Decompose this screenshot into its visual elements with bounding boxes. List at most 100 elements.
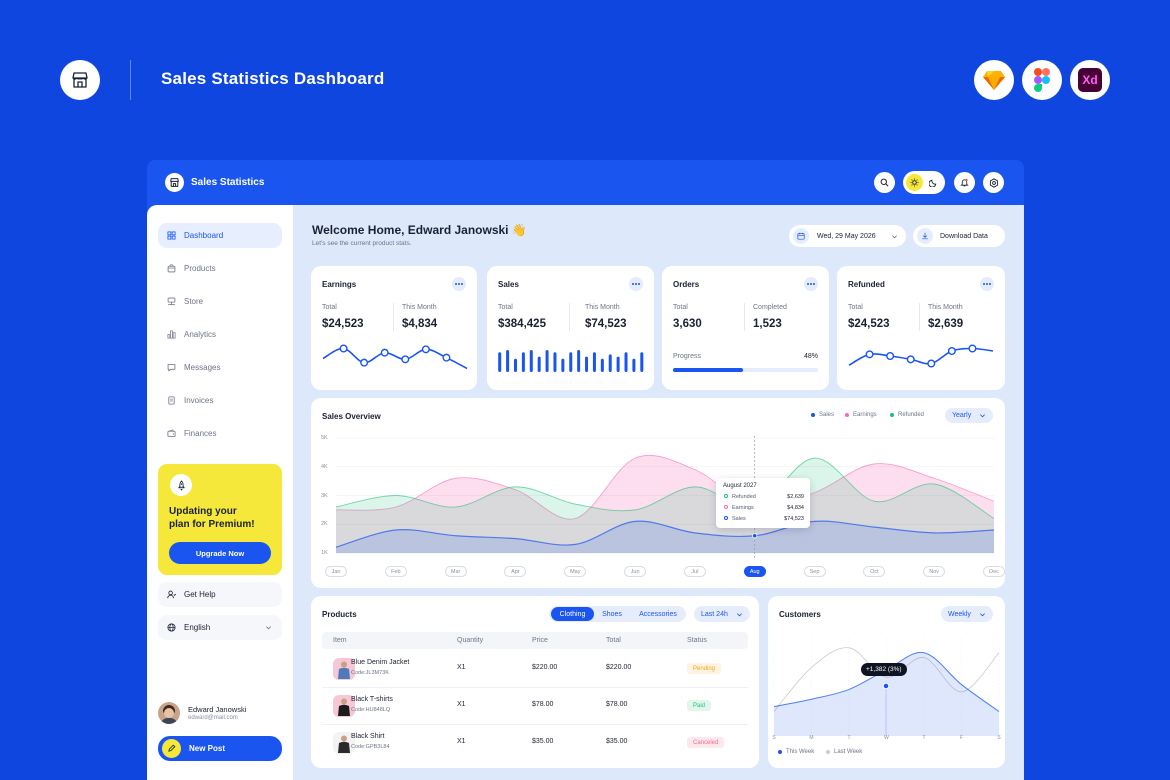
product-total: $78.00 — [606, 701, 628, 708]
product-total: $35.00 — [606, 738, 628, 745]
new-post-button[interactable]: New Post — [158, 736, 282, 761]
notification-button[interactable] — [954, 172, 975, 193]
more-options-button[interactable] — [980, 277, 994, 291]
download-data-button[interactable]: Download Data — [913, 225, 1005, 247]
calendar-badge — [793, 228, 809, 244]
tooltip-row-earnings: Earnings $4,834 — [724, 505, 804, 511]
sales-bar — [624, 352, 628, 372]
stat-value: $74,523 — [585, 318, 627, 330]
sales-bar — [640, 352, 644, 372]
column-header-item: Item — [333, 637, 347, 644]
product-name: Black Shirt — [351, 733, 385, 740]
page-title: Sales Statistics Dashboard — [161, 69, 385, 88]
progress-fill — [673, 368, 743, 372]
month-tick[interactable]: Oct — [863, 566, 886, 577]
stat-label: This Month — [402, 304, 437, 311]
chart-tooltip: August 2027 Refunded $2,639 Earnings $4,834… — [716, 478, 810, 528]
column-header-quantity: Quantity — [457, 637, 484, 644]
avatar[interactable] — [158, 702, 180, 724]
sketch-icon — [983, 71, 1005, 90]
date-picker[interactable]: Wed, 29 May 2026 — [789, 225, 906, 247]
sales-bar — [537, 356, 541, 372]
product-total: $220.00 — [606, 664, 632, 671]
month-tick[interactable]: Jan — [325, 566, 347, 577]
month-tick[interactable]: Aug — [743, 566, 766, 577]
table-row[interactable]: Blue Denim Jacket Code:JL3M73K X1 $220.00 $2… — [322, 651, 748, 688]
sidebar-item-label: Analytics — [184, 330, 217, 339]
language-select[interactable]: English — [158, 615, 282, 640]
sales-overview-card: Sales Overview Sales Earnings Refunded Yea… — [311, 398, 1005, 588]
stat-label: Total — [673, 304, 688, 311]
month-tick[interactable]: Jun — [624, 566, 647, 577]
more-options-button[interactable] — [452, 277, 466, 291]
sidebar-item-messages[interactable]: Messages — [158, 355, 282, 380]
trend-point — [339, 344, 348, 353]
theme-toggle[interactable] — [903, 171, 945, 194]
trend-point — [380, 348, 389, 357]
tooltip-row-label: Earnings — [724, 505, 754, 511]
rocket-badge — [170, 474, 192, 496]
month-tick[interactable]: Feb — [384, 566, 407, 577]
month-tick[interactable]: Jul — [683, 566, 706, 577]
legend-item-last-week: Last Week — [826, 749, 862, 755]
month-tick[interactable]: Dec — [983, 566, 1005, 577]
customers-tooltip: +1,382 (3%) — [861, 663, 907, 676]
user-name: Edward Janowski — [188, 705, 247, 714]
calendar-icon — [797, 232, 805, 240]
status-badge: Canceled — [687, 737, 725, 748]
table-row[interactable]: Black T-shirts Code:HU848LQ X1 $78.00 $78.00… — [322, 688, 748, 725]
sidebar-item-finances[interactable]: Finances — [158, 421, 282, 446]
trend-point — [360, 358, 369, 367]
month-tick[interactable]: May — [564, 566, 587, 577]
stat-value: 1,523 — [753, 318, 782, 330]
tab-accessories[interactable]: Accessories — [633, 607, 683, 621]
progress-track — [673, 368, 818, 372]
get-help-button[interactable]: Get Help — [158, 582, 282, 607]
xd-tool[interactable]: Xd — [1070, 60, 1110, 100]
download-label: Download Data — [940, 232, 988, 240]
tab-shoes[interactable]: Shoes — [594, 607, 630, 621]
month-tick[interactable]: Apr — [504, 566, 527, 577]
sidebar-item-dashboard[interactable]: Dashboard — [158, 223, 282, 248]
stat-value: $2,639 — [928, 318, 964, 330]
stat-label: Total — [322, 304, 337, 311]
sidebar-item-invoices[interactable]: Invoices — [158, 388, 282, 413]
trend-point — [947, 346, 956, 355]
table-row[interactable]: Black Shirt Code:GPB3L84 X1 $35.00 $35.00 Can… — [322, 725, 748, 762]
trend-point — [906, 355, 915, 364]
more-options-button[interactable] — [804, 277, 818, 291]
product-quantity: X1 — [457, 701, 466, 708]
more-options-button[interactable] — [629, 277, 643, 291]
sales-bar — [561, 358, 565, 372]
product-code: Code:HU848LQ — [351, 707, 391, 713]
download-icon — [922, 232, 928, 240]
stat-label: Completed — [753, 304, 787, 311]
progress-percent: 48% — [803, 353, 818, 360]
tooltip-row-label: Refunded — [724, 494, 756, 500]
divider — [393, 303, 394, 331]
sun-icon — [906, 174, 923, 191]
figma-tool[interactable] — [1022, 60, 1062, 100]
invoice-icon — [167, 396, 176, 405]
sales-bar — [553, 352, 557, 372]
sales-bar — [529, 350, 533, 372]
divider — [744, 303, 745, 331]
upgrade-button[interactable]: Upgrade Now — [169, 542, 271, 564]
chevron-down-icon — [266, 626, 271, 630]
sidebar-item-analytics[interactable]: Analytics — [158, 322, 282, 347]
settings-button[interactable] — [983, 172, 1004, 193]
month-tick[interactable]: Sep — [803, 566, 826, 577]
tab-clothing[interactable]: Clothing — [551, 607, 594, 621]
sidebar-item-products[interactable]: Products — [158, 256, 282, 281]
card-title: Refunded — [848, 280, 885, 289]
download-badge — [917, 228, 933, 244]
month-tick[interactable]: Mar — [444, 566, 467, 577]
sidebar-item-store[interactable]: Store — [158, 289, 282, 314]
month-tick[interactable]: Nov — [923, 566, 946, 577]
highlight-point — [882, 682, 890, 690]
premium-promo: Updating your plan for Premium! Upgrade … — [158, 464, 282, 575]
search-button[interactable] — [874, 172, 895, 193]
sketch-tool[interactable] — [974, 60, 1014, 100]
time-range-select[interactable]: Last 24h — [694, 606, 750, 622]
product-name: Black T-shirts — [351, 696, 393, 703]
